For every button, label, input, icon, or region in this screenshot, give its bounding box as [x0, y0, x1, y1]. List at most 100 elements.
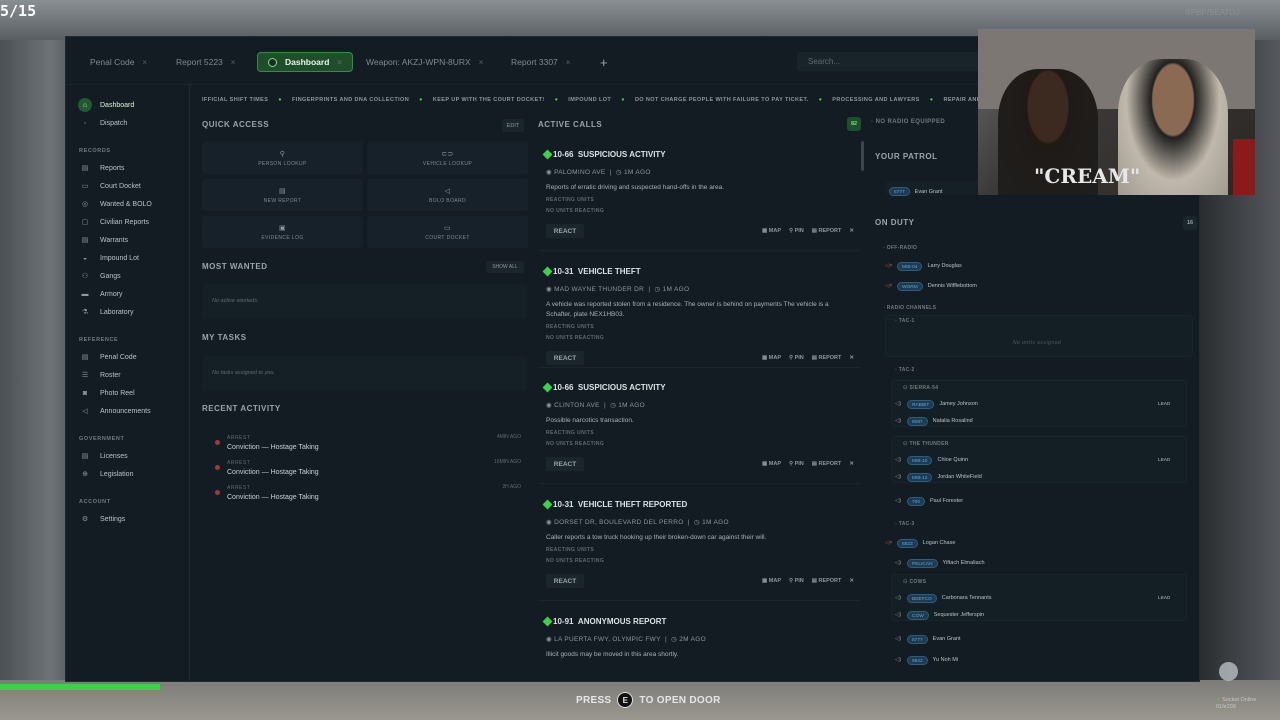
sidebar-item-laboratory[interactable]: ⚗ Laboratory — [80, 305, 134, 319]
prompt-press: PRESS — [576, 694, 612, 706]
sidebar-item-settings[interactable]: ⚙ Settings — [80, 512, 125, 526]
close-icon[interactable]: × — [479, 58, 484, 67]
activity-item[interactable]: ARREST Conviction — Hostage Taking 2H AGO — [202, 484, 527, 508]
report-button[interactable]: ▤ REPORT — [812, 355, 842, 361]
sidebar-item-reports[interactable]: ▤ Reports — [80, 161, 125, 175]
officer-row[interactable]: ◁) 5777 Evan Grant — [895, 634, 961, 644]
officer-row[interactable]: ◁) COW Sequester Jefferspin — [895, 610, 984, 620]
tab-weapon[interactable]: Weapon: AKZJ-WPN-8URX × — [356, 52, 493, 72]
person-lookup-button[interactable]: ⚲ PERSON LOOKUP — [202, 142, 363, 174]
sidebar-item-warrants[interactable]: ▤ Warrants — [80, 233, 128, 247]
pin-button[interactable]: ⚲ PIN — [789, 355, 804, 361]
document-icon: ▤ — [278, 187, 286, 195]
sidebar-item-dashboard[interactable]: ⌂ Dashboard — [78, 98, 134, 112]
report-button[interactable]: ▤ REPORT — [812, 228, 842, 234]
sidebar-item-penal-code[interactable]: ▤ Penal Code — [80, 350, 137, 364]
activity-item[interactable]: ARREST Conviction — Hostage Taking 16MIN A… — [202, 459, 527, 483]
sidebar-item-roster[interactable]: ☰ Roster — [80, 368, 121, 382]
report-button[interactable]: ▤ REPORT — [812, 578, 842, 584]
tab-dashboard[interactable]: Dashboard × — [257, 52, 354, 72]
mic-muted-icon: ◁× — [885, 263, 893, 269]
close-icon[interactable]: × — [566, 58, 571, 67]
officer-row[interactable]: ◁× 8823 Logan Chase — [885, 538, 955, 548]
call-card[interactable]: 10-91 ANONYMOUS REPORT ◉ LA PUERTA FWY, O… — [538, 606, 860, 681]
activity-time: 2H AGO — [502, 484, 521, 490]
pin-button[interactable]: ⚲ PIN — [789, 578, 804, 584]
sidebar-item-announcements[interactable]: ◁ Announcements — [80, 404, 150, 418]
call-card[interactable]: 10-66 SUSPICIOUS ACTIVITY ◉ CLINTON AVE |… — [538, 372, 860, 484]
your-patrol-title: YOUR PATROL — [875, 152, 938, 161]
sidebar-item-dispatch[interactable]: ◦ Dispatch — [80, 116, 127, 130]
interaction-prompt: PRESS E TO OPEN DOOR — [576, 692, 721, 708]
add-tab-button[interactable]: + — [590, 52, 618, 72]
officer-row[interactable]: ◁) MIB-10 Chloe Quinn — [895, 455, 968, 465]
bolo-board-button[interactable]: ◁ BOLO BOARD — [367, 179, 528, 211]
show-all-button[interactable]: SHOW ALL — [486, 261, 524, 273]
officer-row[interactable]: ◁) RABBIT Jamey Johnson — [895, 399, 978, 409]
react-button[interactable]: REACT — [546, 351, 584, 365]
call-card[interactable]: 10-31 VEHICLE THEFT ◉ MAD WAYNE THUNDER D… — [538, 256, 860, 368]
tab-report-5223[interactable]: Report 5223 × — [166, 52, 245, 72]
call-card[interactable]: 10-31 VEHICLE THEFT REPORTED ◉ DORSET DR,… — [538, 489, 860, 601]
priority-diamond-icon — [542, 382, 553, 393]
sidebar-item-impound-lot[interactable]: ◒ Impound Lot — [80, 251, 139, 265]
warrant-icon: ▤ — [81, 237, 89, 244]
officer-row[interactable]: ◁) 8087 Natalia Rosalind — [895, 416, 973, 426]
close-icon[interactable]: × — [142, 58, 147, 67]
react-button[interactable]: REACT — [546, 457, 584, 471]
lead-badge: LEAD — [1158, 401, 1171, 406]
close-icon[interactable]: ✕ — [849, 228, 854, 234]
sidebar-section-records: RECORDS — [79, 148, 111, 154]
close-icon[interactable]: ✕ — [849, 461, 854, 467]
tab-label: Report 5223 — [176, 57, 223, 67]
officer-name: Paul Forester — [930, 498, 964, 504]
tab-penal-code[interactable]: Penal Code × — [80, 52, 157, 72]
watermark: RPBP/SEATOJ — [1185, 8, 1240, 17]
sidebar-item-gangs[interactable]: ⚇ Gangs — [80, 269, 121, 283]
button-label: NEW REPORT — [263, 197, 302, 204]
sidebar-item-wanted-bolo[interactable]: ◎ Wanted & BOLO — [80, 197, 152, 211]
lead-badge: LEAD — [1158, 457, 1171, 462]
react-button[interactable]: REACT — [546, 574, 584, 588]
edit-quick-access-button[interactable]: EDIT — [502, 119, 524, 132]
sidebar-item-court-docket[interactable]: ▭ Court Docket — [80, 179, 141, 193]
new-report-button[interactable]: ▤ NEW REPORT — [202, 179, 363, 211]
sidebar-item-photo-reel[interactable]: ◙ Photo Reel — [80, 386, 135, 400]
court-docket-button[interactable]: ▭ COURT DOCKET — [367, 216, 528, 248]
pin-button[interactable]: ⚲ PIN — [789, 461, 804, 467]
react-button[interactable]: REACT — [546, 224, 584, 238]
map-button[interactable]: ▦ MAP — [762, 461, 781, 467]
report-button[interactable]: ▤ REPORT — [812, 461, 842, 467]
sidebar-item-licenses[interactable]: ▤ Licenses — [80, 449, 128, 463]
pin-button[interactable]: ⚲ PIN — [789, 228, 804, 234]
call-card[interactable]: 10-66 SUSPICIOUS ACTIVITY ◉ PALOMINO AVE … — [538, 139, 860, 251]
activity-item[interactable]: ARREST Conviction — Hostage Taking 4MIN AG… — [202, 434, 527, 458]
activity-text: Conviction — Hostage Taking — [227, 444, 319, 451]
officer-row[interactable]: ◁× MIB-04 Larry Douglas — [885, 261, 962, 271]
callsign-badge: 8087 — [907, 416, 928, 426]
officer-row[interactable]: ◁) 9822 Yu Noh Mi — [895, 655, 958, 665]
search-input[interactable]: Search... — [797, 52, 987, 71]
evidence-log-button[interactable]: ▣ EVIDENCE LOG — [202, 216, 363, 248]
officer-row[interactable]: ◁) 700 Paul Forester — [895, 496, 963, 506]
calls-scrollbar[interactable] — [861, 141, 864, 171]
officer-name: Dennis Wifflebottom — [927, 283, 977, 289]
tab-report-3307[interactable]: Report 3307 × — [501, 52, 580, 72]
officer-row[interactable]: ◁× WORM Dennis Wifflebottom — [885, 281, 977, 291]
map-button[interactable]: ▦ MAP — [762, 578, 781, 584]
close-icon[interactable]: × — [337, 58, 342, 67]
sidebar-item-legislation[interactable]: ⊕ Legislation — [80, 467, 133, 481]
map-button[interactable]: ▦ MAP — [762, 228, 781, 234]
legislation-icon: ⊕ — [82, 471, 88, 478]
close-icon[interactable]: ✕ — [849, 578, 854, 584]
map-button[interactable]: ▦ MAP — [762, 355, 781, 361]
officer-row[interactable]: ◁) PELICAN Yiftach Elmaliach — [895, 558, 985, 568]
officer-row[interactable]: ◁) BEEFCO Carbonara Tennants — [895, 593, 991, 603]
vehicle-lookup-button[interactable]: ⊂⊃ VEHICLE LOOKUP — [367, 142, 528, 174]
sidebar-item-civilian-reports[interactable]: ▢ Civilian Reports — [80, 215, 149, 229]
officer-row[interactable]: ◁) MIB-12 Jordan WhiteField — [895, 472, 982, 482]
close-icon[interactable]: × — [231, 58, 236, 67]
sidebar-item-label: Reports — [100, 164, 125, 172]
close-icon[interactable]: ✕ — [849, 355, 854, 361]
sidebar-item-armory[interactable]: ▬ Armory — [80, 287, 123, 301]
